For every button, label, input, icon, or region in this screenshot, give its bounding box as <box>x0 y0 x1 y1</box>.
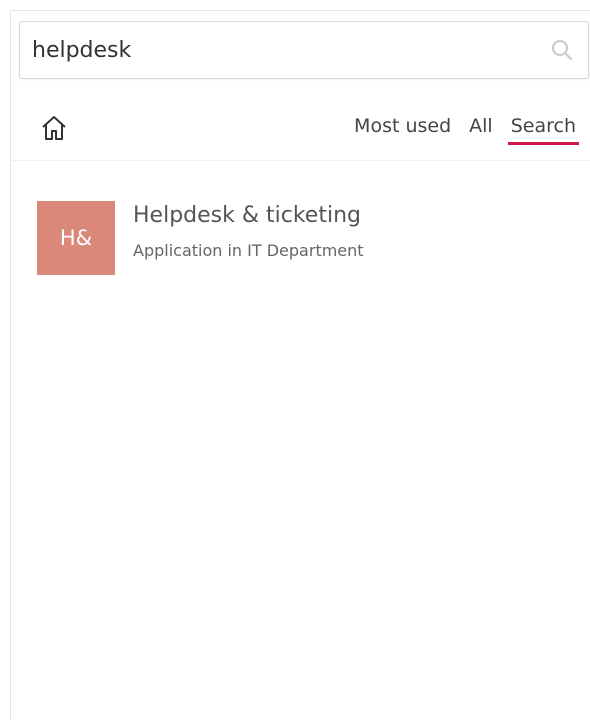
app-launcher-panel: Most used All Search H& Helpdesk & ticke… <box>10 10 590 720</box>
launcher-nav: Most used All Search <box>11 101 590 161</box>
home-icon[interactable] <box>39 113 69 143</box>
search-result-item[interactable]: H& Helpdesk & ticketing Application in I… <box>37 201 577 277</box>
result-title: Helpdesk & ticketing <box>133 203 361 228</box>
search-input[interactable] <box>32 22 532 78</box>
tab-most-used[interactable]: Most used <box>349 115 456 145</box>
search-box[interactable] <box>19 21 589 79</box>
search-icon[interactable] <box>550 38 574 62</box>
result-subtitle: Application in IT Department <box>133 241 364 260</box>
tab-bar: Most used All Search <box>341 115 581 145</box>
tab-all[interactable]: All <box>464 115 498 145</box>
app-tile: H& <box>37 201 115 275</box>
tab-search[interactable]: Search <box>506 115 581 145</box>
